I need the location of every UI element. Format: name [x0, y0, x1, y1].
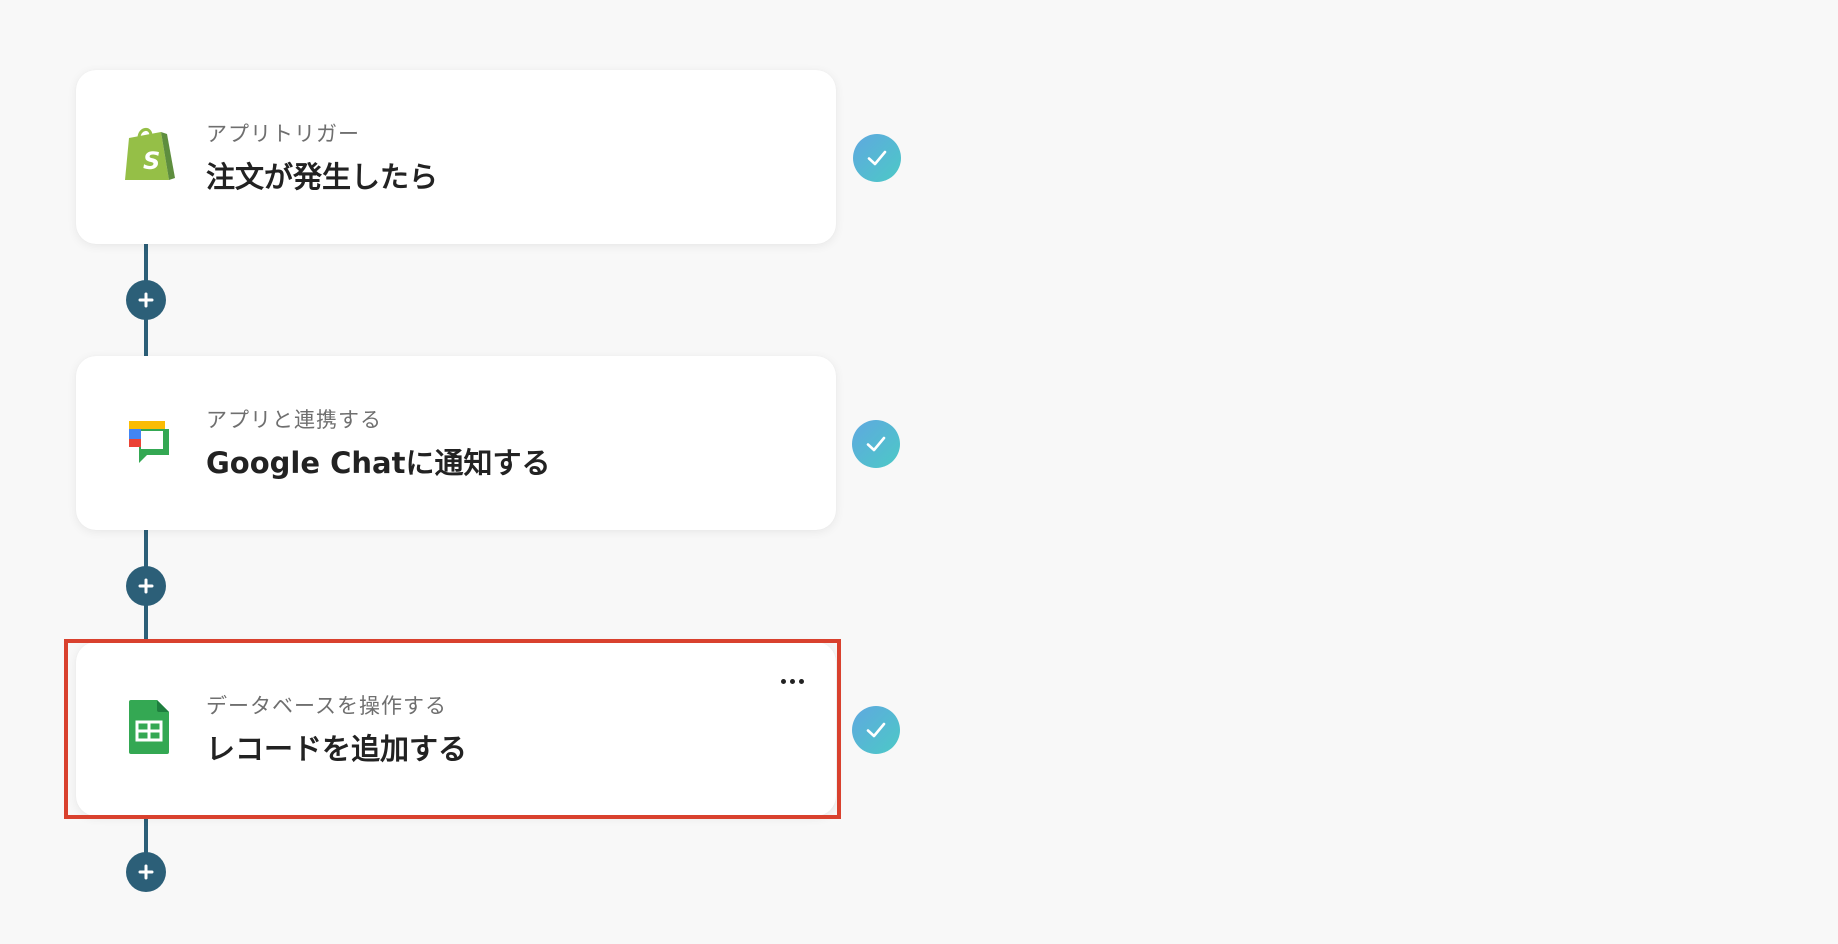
- dot: [798, 678, 804, 684]
- step-title: Google Chatに通知する: [206, 446, 551, 480]
- flow-canvas: S アプリトリガー 注文が発生したら アプリと連携する Google Chatに…: [0, 0, 1838, 944]
- add-step-button[interactable]: [126, 566, 166, 606]
- plus-icon: [138, 864, 154, 880]
- google-chat-icon: [116, 408, 182, 474]
- flow-step-trigger[interactable]: S アプリトリガー 注文が発生したら: [76, 70, 836, 244]
- step-title: レコードを追加する: [206, 732, 468, 766]
- check-icon: [852, 706, 900, 754]
- dot: [789, 678, 795, 684]
- more-options-button[interactable]: [772, 668, 812, 694]
- flow-step-google-chat[interactable]: アプリと連携する Google Chatに通知する: [76, 356, 836, 530]
- step-subtitle: アプリトリガー: [206, 122, 360, 146]
- check-icon: [852, 420, 900, 468]
- google-sheets-icon: [116, 694, 182, 760]
- flow-step-database[interactable]: データベースを操作する レコードを追加する: [76, 642, 836, 816]
- plus-icon: [138, 292, 154, 308]
- add-step-button[interactable]: [126, 852, 166, 892]
- dot: [780, 678, 786, 684]
- plus-icon: [138, 578, 154, 594]
- check-icon: [853, 134, 901, 182]
- add-step-button[interactable]: [126, 280, 166, 320]
- step-title: 注文が発生したら: [206, 160, 439, 194]
- shopify-icon: S: [116, 122, 182, 188]
- svg-text:S: S: [143, 147, 160, 175]
- step-subtitle: データベースを操作する: [206, 694, 447, 718]
- step-subtitle: アプリと連携する: [206, 408, 382, 432]
